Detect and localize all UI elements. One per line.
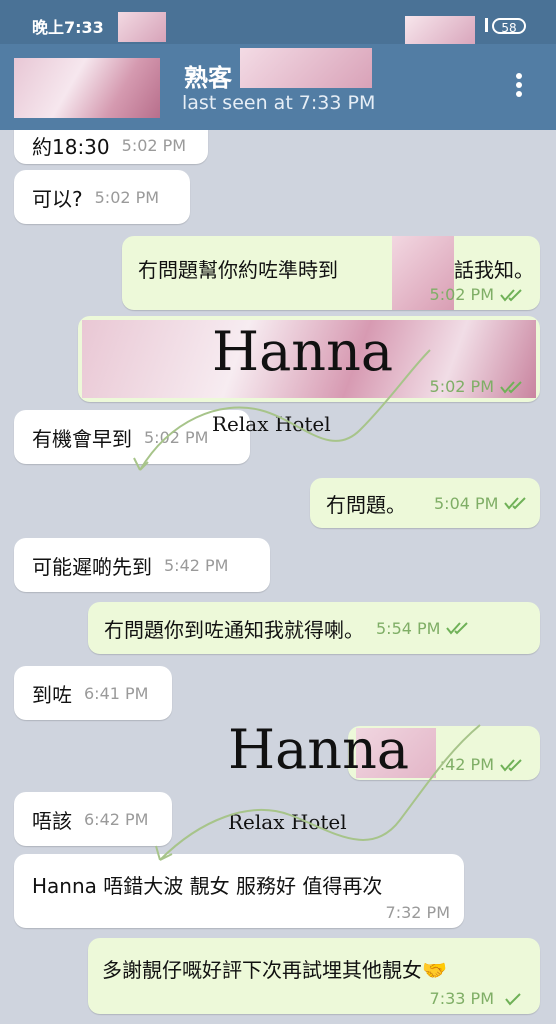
double-check-icon [446,622,469,635]
message-text: 有機會早到 [32,426,132,451]
message-text: 冇問題。 [326,492,406,517]
status-bar: 晚上7:33 58 [0,0,556,44]
message-text: Hanna 唔錯大波 靚女 服務好 值得再次 [32,874,383,898]
message-text: 約18:30 [32,134,110,159]
status-blur-patch [405,16,475,44]
message-bubble-incoming[interactable]: 可能遲啲先到 5:42 PM [14,538,270,592]
message-time: 5:02 PM [121,135,187,155]
message-bubble-incoming[interactable]: 可以? 5:02 PM [14,170,190,224]
double-check-icon [500,380,522,394]
message-text: 可以? [32,186,83,211]
battery-level: 58 [501,21,517,35]
message-bubble-incoming[interactable]: 約18:30 5:02 PM [14,130,208,164]
status-time: 晚上7:33 [32,18,104,37]
contact-name[interactable]: 熟客 [184,58,232,93]
more-vert-icon[interactable] [508,70,530,104]
double-check-icon [500,758,522,772]
message-bubble-incoming[interactable]: 唔該 6:42 PM [14,792,172,846]
double-check-icon [504,497,527,510]
status-blur-patch [118,12,166,42]
message-time: 5:02 PM [94,187,160,207]
last-seen-status: last seen at 7:33 PM [182,92,376,114]
message-bubble-outgoing[interactable]: 冇問題。 5:04 PM [310,478,540,528]
avatar[interactable] [14,58,160,118]
message-time: 7:32 PM [385,903,450,922]
message-text: 冇問題幫你約咗準時到 [138,258,338,282]
message-time: 6:42 PM [84,809,149,829]
message-text: 唔該 [32,808,72,833]
double-check-icon [500,288,522,302]
name-blur-patch [240,48,372,88]
message-text: 到咗 [32,682,72,707]
chat-area[interactable]: 約18:30 5:02 PM 可以? 5:02 PM 冇問題幫你約咗準時到 話我… [0,130,556,1024]
watermark-squiggle [155,724,481,861]
message-bubble-outgoing[interactable]: 冇問題幫你約咗準時到 話我知。 5:02 PM [122,236,540,310]
message-time: 5:54 PM [376,618,441,638]
message-time: 5:42 PM [164,555,229,575]
message-bubble-outgoing[interactable]: 冇問題你到咗通知我就得喇。 5:54 PM [88,602,540,654]
message-time: 7:33 PM [429,989,494,1008]
message-time: 6:41 PM [84,683,149,703]
message-bubble-incoming[interactable]: 到咗 6:41 PM [14,666,172,720]
message-time: 5:02 PM [429,285,494,304]
message-text: 多謝靚仔嘅好評下次再試埋其他靚女🤝 [102,958,447,982]
message-bubble-outgoing[interactable]: 多謝靚仔嘅好評下次再試埋其他靚女🤝 7:33 PM [88,938,540,1014]
message-text-continued: 話我知。 [454,258,534,282]
message-text: 可能遲啲先到 [32,554,152,579]
watermark-squiggle [133,349,431,471]
battery-icon: 58 [492,18,526,35]
message-time: 5:04 PM [434,493,499,513]
signal-icon [485,18,488,32]
check-icon [505,992,521,1005]
message-text: 冇問題你到咗通知我就得喇。 [104,617,364,642]
